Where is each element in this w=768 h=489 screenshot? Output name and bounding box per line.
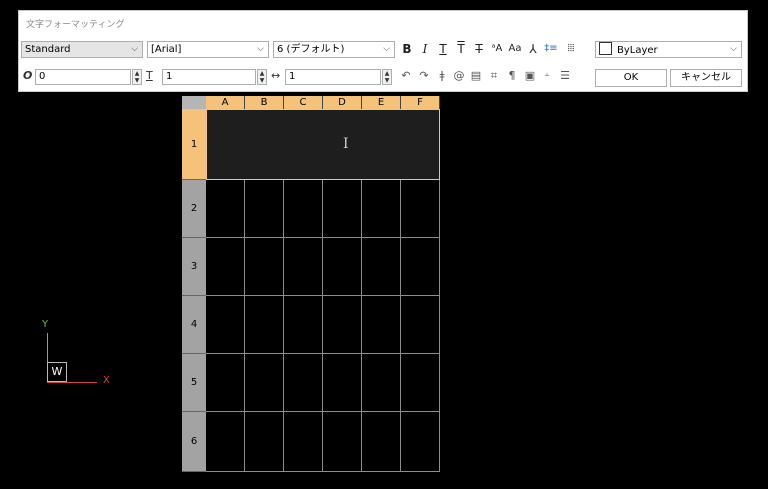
column-header-c[interactable]: C xyxy=(284,96,323,109)
table-cell[interactable] xyxy=(362,180,401,238)
ucs-world-label: W xyxy=(47,362,67,382)
column-header-d[interactable]: D xyxy=(323,96,362,109)
column-header-e[interactable]: E xyxy=(362,96,401,109)
table-cell[interactable] xyxy=(401,296,440,354)
tracking-icon: T xyxy=(146,69,153,82)
symbol-button[interactable]: ⅄ xyxy=(525,41,541,57)
table-cell[interactable] xyxy=(323,354,362,412)
table-cell[interactable] xyxy=(284,238,323,296)
table-cell[interactable] xyxy=(284,180,323,238)
strikethrough-button[interactable]: T xyxy=(471,41,487,57)
underline-button[interactable]: T xyxy=(435,41,451,57)
tracking-input[interactable]: 1 xyxy=(162,69,256,85)
bullets-icon[interactable]: ☰ xyxy=(558,69,572,82)
ok-button[interactable]: OK xyxy=(595,69,667,87)
style-value: Standard xyxy=(25,44,71,55)
row-header-2[interactable]: 2 xyxy=(182,180,206,238)
overline-button[interactable]: T xyxy=(453,41,469,57)
font-select[interactable]: [Arial] ⌵ xyxy=(147,41,269,58)
italic-button[interactable]: I xyxy=(417,41,433,57)
paragraph-icon[interactable]: ¶ xyxy=(505,69,519,82)
table-cell[interactable] xyxy=(245,296,284,354)
bold-button[interactable]: B xyxy=(399,41,415,57)
table-cell[interactable] xyxy=(323,238,362,296)
style-select[interactable]: Standard ⌵ xyxy=(21,41,143,58)
ucs-y-label: Y xyxy=(42,319,49,330)
width-factor-icon: ↔ xyxy=(271,69,281,82)
row-header-6[interactable]: 6 xyxy=(182,412,206,472)
table-cell[interactable] xyxy=(362,296,401,354)
table-corner[interactable] xyxy=(182,96,206,109)
table-cell[interactable] xyxy=(206,238,245,296)
table-cell[interactable] xyxy=(245,412,284,472)
table-cell[interactable] xyxy=(206,180,245,238)
tracking-spinner[interactable]: ▲ ▼ xyxy=(257,69,267,85)
column-header-b[interactable]: B xyxy=(245,96,284,109)
oblique-angle-input[interactable]: 0 xyxy=(35,69,131,85)
row-header-5[interactable]: 5 xyxy=(182,354,206,412)
table-cell[interactable] xyxy=(206,296,245,354)
table-cell[interactable] xyxy=(284,296,323,354)
color-select[interactable]: ByLayer ⌵ xyxy=(595,41,742,58)
table-cell[interactable] xyxy=(284,354,323,412)
width-factor-spinner[interactable]: ▲ ▼ xyxy=(382,69,392,85)
table-insert-icon[interactable]: ▤ xyxy=(469,69,483,82)
line-spacing-button[interactable]: ‡≡ xyxy=(543,41,559,57)
table-cell[interactable] xyxy=(401,180,440,238)
toolbar-title: 文字フォーマッティング xyxy=(26,20,125,30)
table-cell[interactable] xyxy=(323,412,362,472)
row-header-4[interactable]: 4 xyxy=(182,296,206,354)
redo-icon[interactable]: ↷ xyxy=(417,69,431,82)
undo-icon[interactable]: ↶ xyxy=(399,69,413,82)
table-cell[interactable] xyxy=(362,354,401,412)
table-cell[interactable] xyxy=(362,238,401,296)
table-cell[interactable] xyxy=(323,296,362,354)
chevron-down-icon: ⌵ xyxy=(730,44,737,54)
table-cell[interactable] xyxy=(401,238,440,296)
table-cell[interactable] xyxy=(362,412,401,472)
columns-button[interactable]: ⦙⦙⦙ xyxy=(563,41,579,57)
width-factor-input[interactable]: 1 xyxy=(285,69,381,85)
table-cell[interactable] xyxy=(245,354,284,412)
table-cell[interactable] xyxy=(323,180,362,238)
table-cell[interactable] xyxy=(245,180,284,238)
background-mask-icon[interactable]: ▣ xyxy=(523,69,537,82)
change-case-button[interactable]: Aa xyxy=(507,41,523,57)
ruler-icon[interactable]: ⌗ xyxy=(487,69,501,83)
color-value: ByLayer xyxy=(617,45,658,56)
text-height-value: 6 (デフォルト) xyxy=(277,44,345,55)
ucs-x-label: X xyxy=(103,375,110,386)
column-header-f[interactable]: F xyxy=(401,96,440,109)
text-height-select[interactable]: 6 (デフォルト) ⌵ xyxy=(273,41,395,58)
color-swatch xyxy=(599,42,612,55)
row-header-3[interactable]: 3 xyxy=(182,238,206,296)
table-cell[interactable] xyxy=(206,412,245,472)
at-symbol-icon[interactable]: @ xyxy=(452,69,466,82)
text-formatting-toolbar: 文字フォーマッティング Standard ⌵ [Arial] ⌵ 6 (デフォル… xyxy=(18,10,748,92)
font-value: [Arial] xyxy=(151,44,182,55)
table-cell[interactable] xyxy=(245,238,284,296)
chevron-down-icon: ⌵ xyxy=(383,44,390,54)
table-cell[interactable] xyxy=(401,354,440,412)
table-cell[interactable] xyxy=(401,412,440,472)
table-cell[interactable] xyxy=(206,354,245,412)
row-header-1[interactable]: 1 xyxy=(182,109,206,180)
oblique-angle-icon: O xyxy=(23,69,33,82)
oblique-angle-spinner[interactable]: ▲ ▼ xyxy=(132,69,142,85)
chevron-down-icon: ⌵ xyxy=(257,44,264,54)
chevron-down-icon: ⌵ xyxy=(131,44,138,54)
text-cursor-icon: I xyxy=(343,136,349,152)
justify-icon[interactable]: ⫠ xyxy=(540,69,554,79)
table-cell[interactable] xyxy=(284,412,323,472)
insert-field-icon[interactable]: ǂ xyxy=(435,69,449,82)
table-title-cell[interactable]: I xyxy=(206,109,440,180)
cancel-button[interactable]: キャンセル xyxy=(670,69,742,87)
ucs-x-axis xyxy=(47,382,97,383)
stack-button[interactable]: ᵃA xyxy=(489,41,505,57)
column-header-a[interactable]: A xyxy=(206,96,245,109)
